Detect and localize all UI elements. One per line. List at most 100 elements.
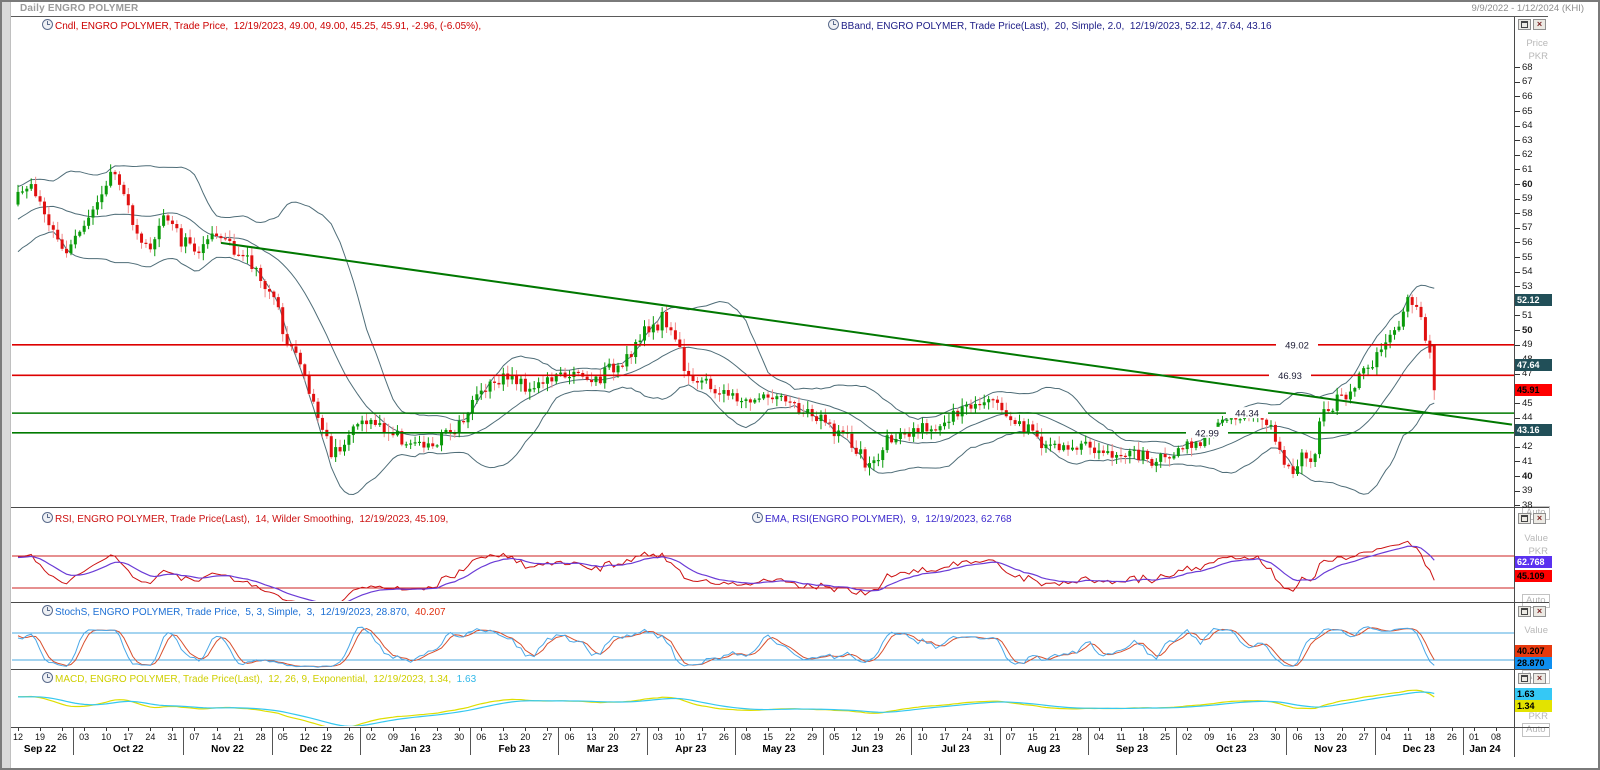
price-tick-label: 45	[1522, 399, 1533, 409]
price-tick-label: 44	[1522, 413, 1533, 423]
date-tick-label: 25	[1156, 732, 1174, 742]
date-tick-label: 15	[759, 732, 777, 742]
price-tick-mark	[1515, 199, 1520, 200]
month-label: Mar 23	[573, 744, 633, 755]
chart-plot-area[interactable]: 49.0246.9344.3442.99	[2, 2, 1600, 770]
price-tick-label: 66	[1522, 92, 1533, 102]
week-tick-mark	[1408, 728, 1409, 731]
date-tick-label: 26	[891, 732, 909, 742]
price-tick-label: 58	[1522, 209, 1533, 219]
price-tick-mark	[1515, 461, 1520, 462]
month-label: Oct 22	[98, 744, 158, 755]
price-tick-mark	[1515, 228, 1520, 229]
week-tick-mark	[1297, 728, 1298, 731]
price-tick-label: 68	[1522, 63, 1533, 73]
date-tick-label: 17	[119, 732, 137, 742]
price-tick-label: 55	[1522, 253, 1533, 263]
price-tick-mark	[1515, 184, 1520, 185]
month-label: Sep 22	[10, 744, 70, 755]
panel-divider[interactable]	[11, 669, 1549, 670]
month-label: Sep 23	[1102, 744, 1162, 755]
date-tick-label: 12	[9, 732, 27, 742]
price-tick-mark	[1515, 447, 1520, 448]
date-tick-label: 26	[340, 732, 358, 742]
month-separator	[1286, 728, 1287, 755]
week-tick-mark	[702, 728, 703, 731]
price-tick-label: 60	[1522, 180, 1533, 190]
week-tick-mark	[1231, 728, 1232, 731]
price-tick-label: 62	[1522, 150, 1533, 160]
month-separator	[73, 728, 74, 755]
date-tick-label: 20	[605, 732, 623, 742]
month-separator	[1088, 728, 1089, 755]
svg-text:46.93: 46.93	[1278, 371, 1302, 382]
date-tick-label: 07	[185, 732, 203, 742]
chart-window: Daily ENGRO POLYMER 9/9/2022 - 1/12/2024…	[0, 0, 1600, 770]
month-separator	[1375, 728, 1376, 755]
date-tick-label: 15	[1024, 732, 1042, 742]
price-tick-mark	[1515, 272, 1520, 273]
date-tick-label: 10	[913, 732, 931, 742]
week-tick-mark	[1121, 728, 1122, 731]
week-tick-mark	[1099, 728, 1100, 731]
price-tick-label: 67	[1522, 77, 1533, 87]
price-tick-mark	[1515, 155, 1520, 156]
week-tick-mark	[62, 728, 63, 731]
week-tick-mark	[856, 728, 857, 731]
panel-divider[interactable]	[11, 507, 1549, 508]
rsi-axis-badge: 45.109	[1515, 570, 1552, 582]
date-tick-label: 30	[450, 732, 468, 742]
date-tick-label: 27	[1355, 732, 1373, 742]
week-tick-mark	[834, 728, 835, 731]
week-tick-mark	[128, 728, 129, 731]
week-tick-mark	[945, 728, 946, 731]
week-tick-mark	[194, 728, 195, 731]
price-tick-label: 54	[1522, 267, 1533, 277]
date-tick-label: 29	[803, 732, 821, 742]
month-separator	[1176, 728, 1177, 755]
date-tick-label: 20	[1333, 732, 1351, 742]
date-tick-label: 02	[362, 732, 380, 742]
price-tick-label: 38	[1522, 501, 1533, 511]
price-axis-badge: 45.91	[1515, 384, 1552, 396]
date-tick-label: 26	[715, 732, 733, 742]
week-tick-mark	[1165, 728, 1166, 731]
price-tick-label: 63	[1522, 136, 1533, 146]
week-tick-mark	[1342, 728, 1343, 731]
week-tick-mark	[1364, 728, 1365, 731]
svg-text:49.02: 49.02	[1285, 340, 1309, 351]
week-tick-mark	[1033, 728, 1034, 731]
macd-axis-badge: 1.63	[1515, 688, 1552, 700]
price-tick-mark	[1515, 169, 1520, 170]
price-tick-mark	[1515, 315, 1520, 316]
week-tick-mark	[525, 728, 526, 731]
week-tick-mark	[746, 728, 747, 731]
price-axis-badge: 43.16	[1515, 424, 1552, 436]
panel-divider[interactable]	[11, 602, 1549, 603]
date-tick-label: 12	[296, 732, 314, 742]
week-tick-mark	[217, 728, 218, 731]
price-tick-label: 50	[1522, 326, 1533, 336]
week-tick-mark	[547, 728, 548, 731]
price-tick-mark	[1515, 257, 1520, 258]
date-tick-label: 21	[230, 732, 248, 742]
date-tick-label: 19	[31, 732, 49, 742]
week-tick-mark	[768, 728, 769, 731]
price-tick-mark	[1515, 418, 1520, 419]
date-tick-label: 07	[1002, 732, 1020, 742]
date-tick-label: 30	[1266, 732, 1284, 742]
week-tick-mark	[1055, 728, 1056, 731]
date-tick-label: 18	[1421, 732, 1439, 742]
week-tick-mark	[812, 728, 813, 731]
date-tick-label: 24	[141, 732, 159, 742]
week-tick-mark	[18, 728, 19, 731]
week-tick-mark	[106, 728, 107, 731]
date-tick-label: 31	[980, 732, 998, 742]
week-tick-mark	[658, 728, 659, 731]
week-tick-mark	[724, 728, 725, 731]
month-label: Apr 23	[661, 744, 721, 755]
price-tick-mark	[1515, 491, 1520, 492]
date-tick-label: 27	[627, 732, 645, 742]
month-label: Jun 23	[837, 744, 897, 755]
week-tick-mark	[40, 728, 41, 731]
